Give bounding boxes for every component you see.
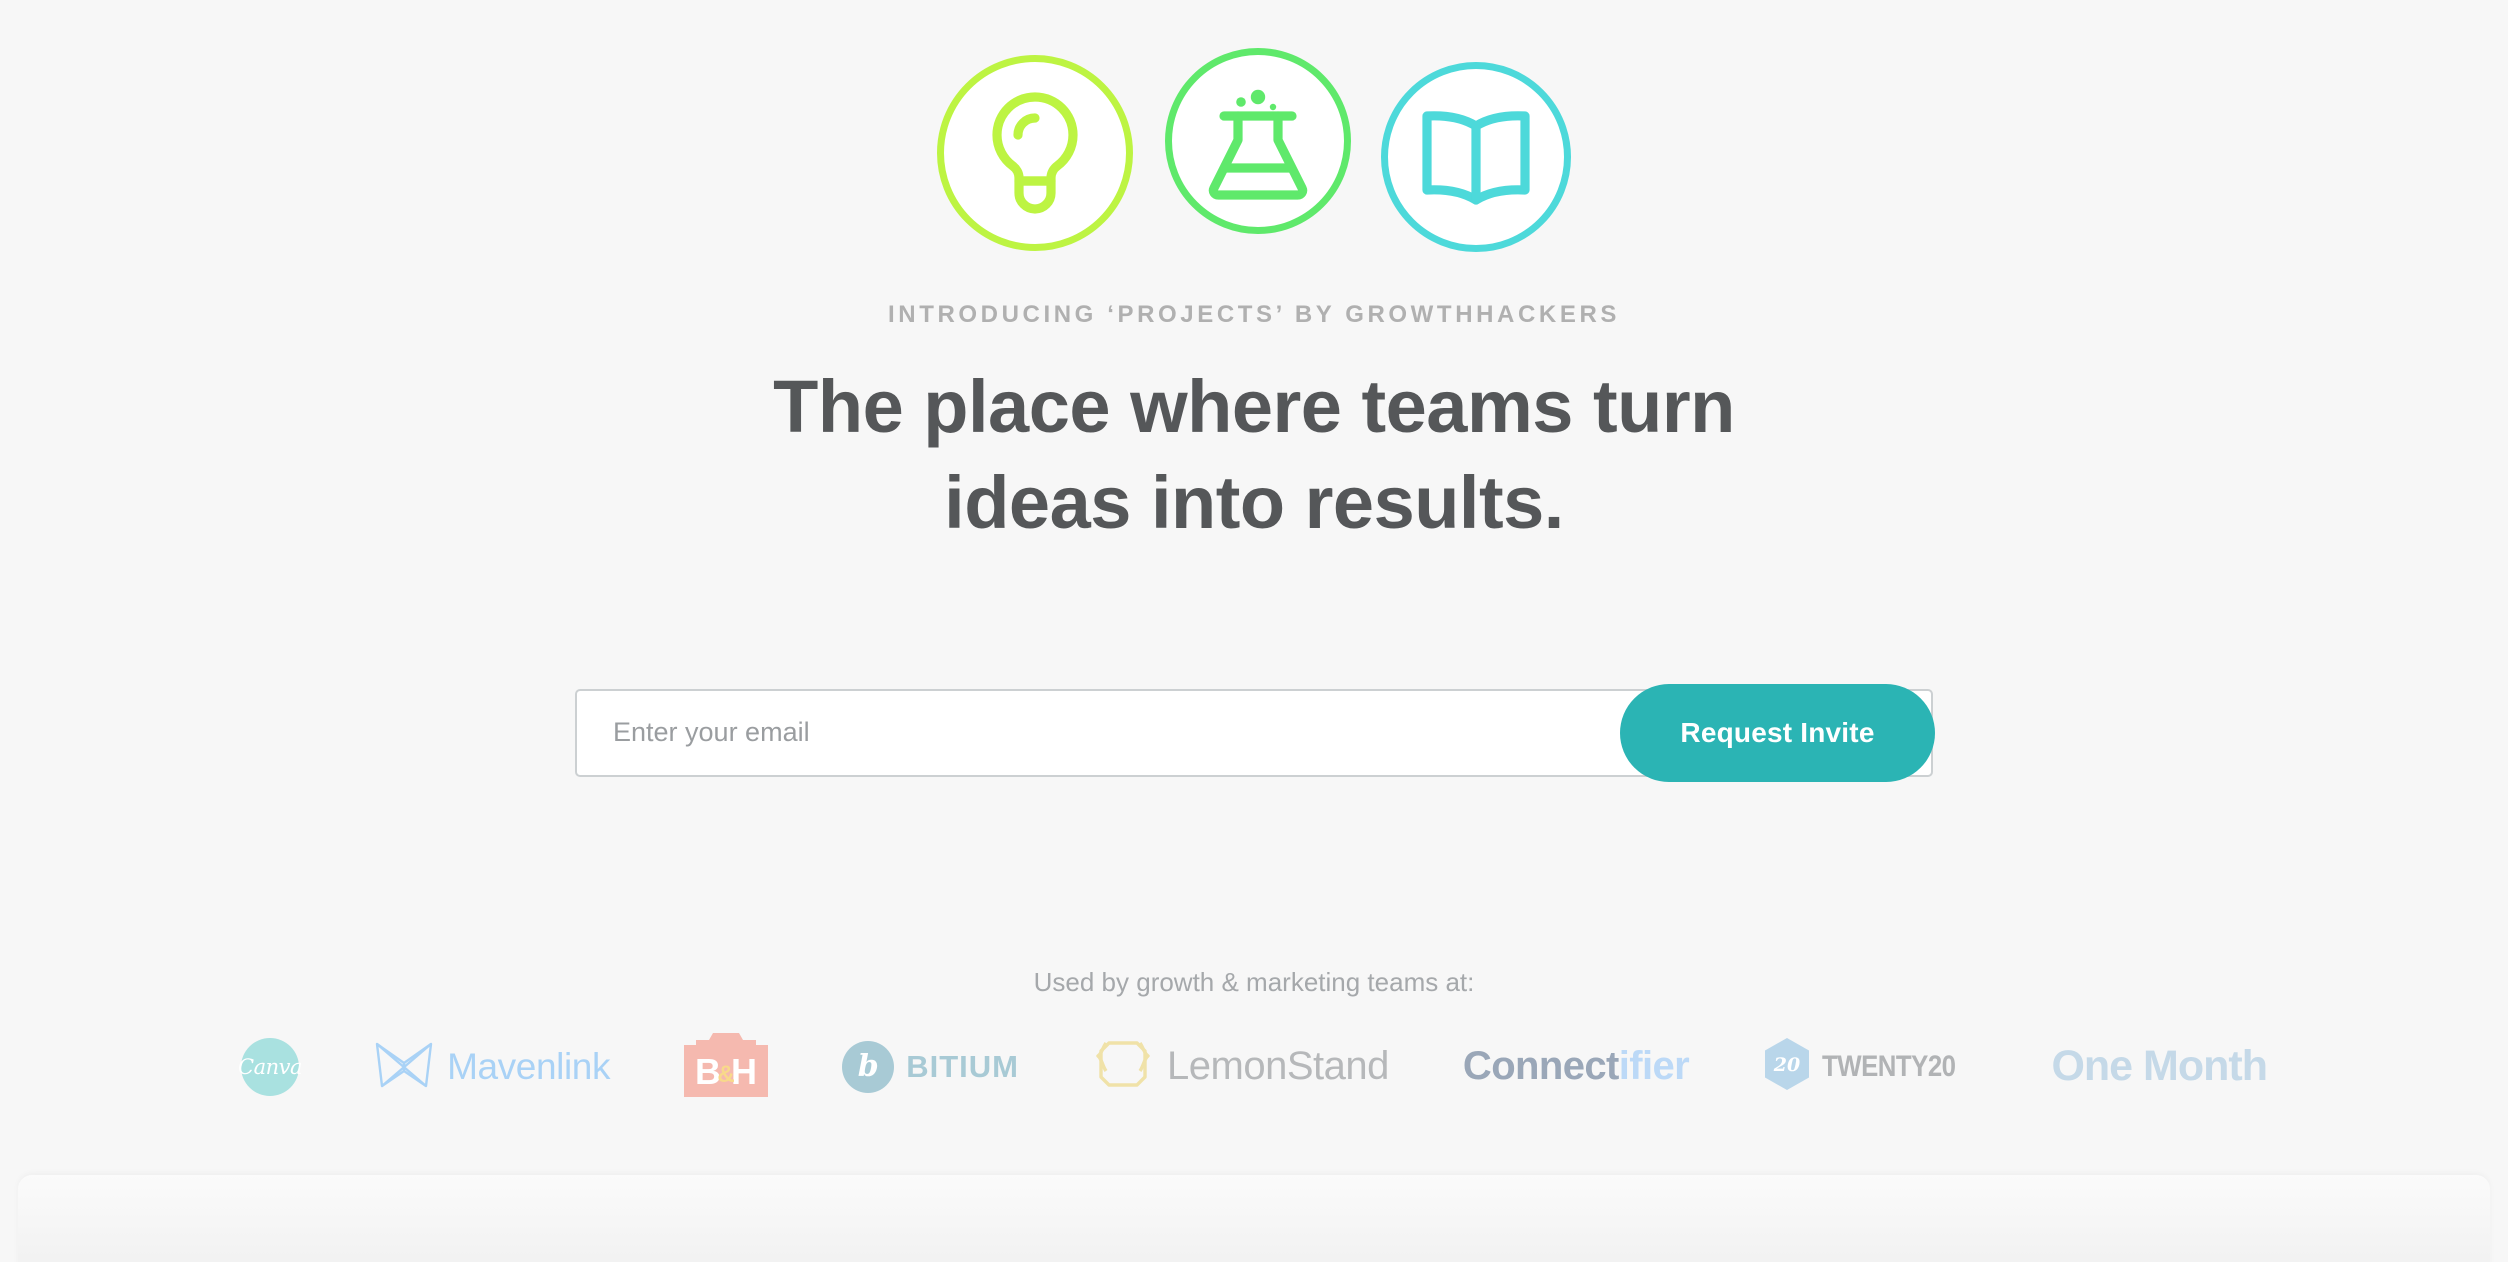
bh-camera-icon: B H & (684, 1031, 769, 1102)
logo-canva: Canva (204, 1032, 336, 1102)
flask-icon (1204, 80, 1312, 202)
logo-bitium: b BITIUM (805, 1032, 1056, 1102)
request-invite-button[interactable]: Request Invite (1620, 683, 1935, 782)
bottom-section-panel (18, 1175, 2490, 1262)
twenty20-hexagon-icon: 20 (1763, 1037, 1811, 1096)
logo-twenty20: 20 TWENTY20 (1726, 1032, 2014, 1102)
lightbulb-icon (983, 89, 1087, 217)
social-proof-caption: Used by growth & marketing teams at: (1033, 966, 1475, 997)
connectifier-label-light: ifier (1618, 1044, 1690, 1089)
canva-mark-icon: Canva (238, 1037, 303, 1096)
svg-text:20: 20 (1773, 1054, 1800, 1076)
bitium-mark-icon: b (842, 1040, 895, 1093)
page-title: The place where teams turn ideas into re… (773, 359, 1735, 551)
customer-logo-row: Canva Mavenlink B H & b BITIUM LemonStan… (204, 1032, 2304, 1102)
headline-line-1: The place where teams turn (773, 365, 1735, 448)
connectifier-label-bold: Connect (1462, 1044, 1619, 1089)
canva-label: Canva (238, 1054, 303, 1079)
lemonstand-mark-icon (1093, 1036, 1153, 1097)
signup-form: Request Invite (575, 683, 1935, 782)
lemonstand-label: LemonStand (1167, 1044, 1389, 1089)
mavenlink-label: Mavenlink (447, 1045, 611, 1087)
open-book-icon-badge (1381, 62, 1571, 252)
hero-section: INTRODUCING ‘PROJECTS’ BY GROWTHHACKERS … (0, 0, 2508, 1185)
bitium-label: BITIUM (906, 1048, 1019, 1084)
flask-icon-badge (1165, 48, 1351, 234)
logo-lemonstand: LemonStand (1056, 1032, 1426, 1102)
logo-one-month: One Month (2014, 1032, 2304, 1102)
open-book-icon (1417, 105, 1535, 209)
one-month-label: One Month (2051, 1042, 2268, 1091)
lightbulb-icon-badge (937, 55, 1133, 251)
eyebrow-text: INTRODUCING ‘PROJECTS’ BY GROWTHHACKERS (888, 301, 1620, 328)
logo-mavenlink: Mavenlink (336, 1032, 647, 1102)
icon-trio (937, 40, 1571, 255)
bitium-mark-letter: b (857, 1049, 879, 1085)
landing-page: INTRODUCING ‘PROJECTS’ BY GROWTHHACKERS … (0, 0, 2508, 1262)
svg-text:&: & (717, 1061, 734, 1088)
logo-bh-photo: B H & (647, 1032, 805, 1102)
logo-connectifier: Connect ifier (1426, 1032, 1726, 1102)
mavenlink-mark-icon (373, 1036, 435, 1097)
twenty20-label: TWENTY20 (1822, 1049, 1956, 1083)
headline-line-2: ideas into results. (944, 461, 1564, 544)
